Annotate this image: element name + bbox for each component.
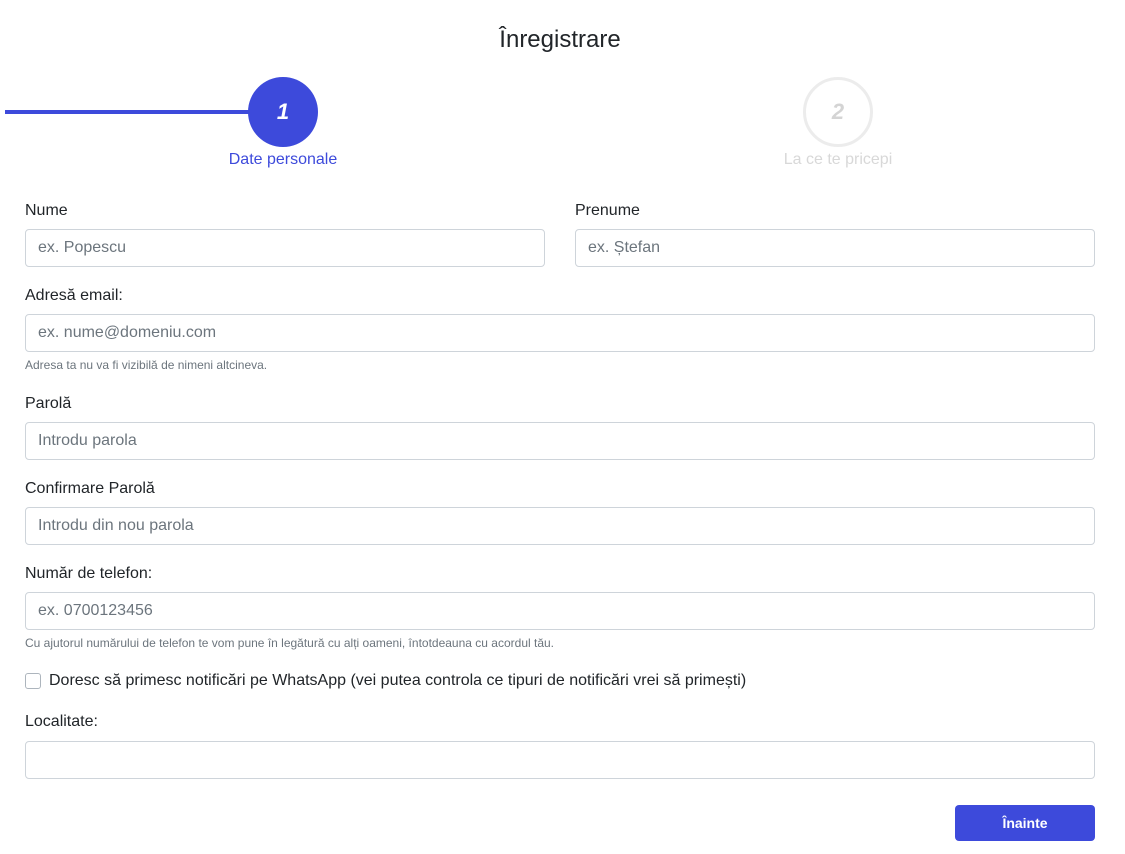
email-label: Adresă email:: [25, 287, 123, 304]
next-button[interactable]: Înainte: [955, 805, 1095, 841]
page-title: Înregistrare: [499, 26, 621, 53]
locality-label: Localitate:: [25, 713, 98, 730]
step-1-label: Date personale: [228, 151, 338, 168]
last-name-label: Nume: [25, 202, 68, 219]
whatsapp-checkbox-label: Doresc să primesc notificări pe WhatsApp…: [49, 672, 747, 689]
step-2-circle: 2: [803, 77, 873, 147]
password-confirm-label: Confirmare Parolă: [25, 480, 155, 497]
step-1-circle: 1: [248, 77, 318, 147]
email-input[interactable]: [25, 314, 1095, 352]
step-1-number: 1: [276, 99, 290, 124]
first-name-label: Prenume: [575, 202, 640, 219]
password-confirm-input[interactable]: [25, 507, 1095, 545]
password-label: Parolă: [25, 395, 72, 412]
whatsapp-option[interactable]: Doresc să primesc notificări pe WhatsApp…: [25, 672, 746, 690]
step-2-number: 2: [831, 99, 845, 124]
step-2-label: La ce te pricepi: [783, 151, 893, 168]
whatsapp-checkbox[interactable]: [25, 673, 41, 689]
last-name-input[interactable]: [25, 229, 545, 267]
phone-help-text: Cu ajutorul numărului de telefon te vom …: [25, 636, 555, 650]
phone-label: Număr de telefon:: [25, 565, 153, 582]
registration-page: Înregistrare 1 Date personale 2 La ce te…: [0, 0, 1125, 854]
password-input[interactable]: [25, 422, 1095, 460]
first-name-input[interactable]: [575, 229, 1095, 267]
email-help-text: Adresa ta nu va fi vizibilă de nimeni al…: [25, 358, 268, 372]
phone-input[interactable]: [25, 592, 1095, 630]
stepper-progress-line: [5, 110, 250, 114]
locality-input[interactable]: [25, 741, 1095, 779]
